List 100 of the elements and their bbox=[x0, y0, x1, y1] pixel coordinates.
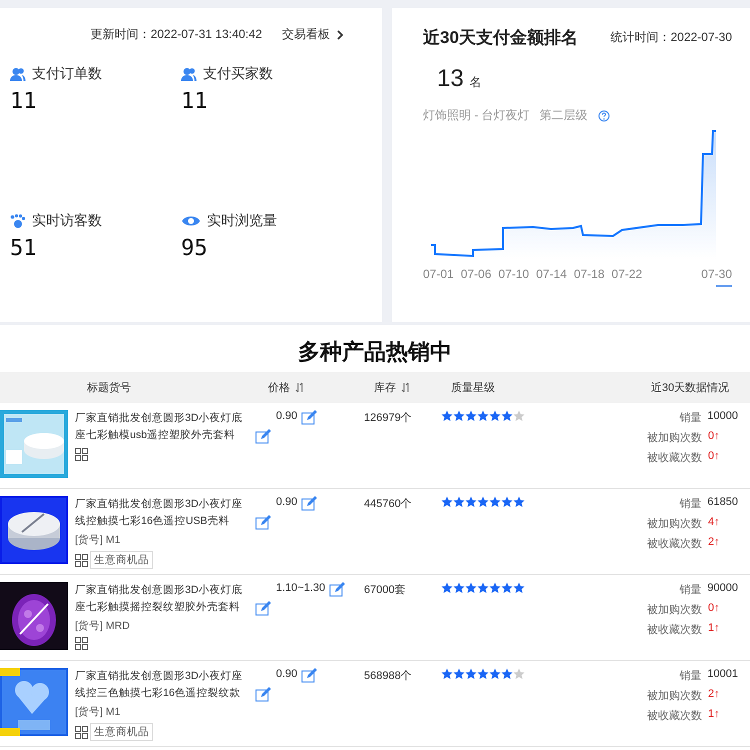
sku-text: [货号] M1 bbox=[75, 705, 122, 719]
favorite-count-label: 被收藏次数 bbox=[647, 536, 702, 551]
price-text: 1.10~1.30 bbox=[276, 582, 326, 594]
column-header: 近30天数据情况 bbox=[651, 381, 730, 395]
help-icon[interactable] bbox=[598, 110, 610, 122]
qr-code-icon bbox=[75, 726, 88, 738]
cart-count-label: 被加购次数 bbox=[647, 517, 702, 531]
star-icon bbox=[465, 496, 477, 508]
star-icon bbox=[465, 582, 477, 594]
axis-label: 07-10 bbox=[498, 267, 530, 281]
metric-label: 支付买家数 bbox=[203, 65, 273, 83]
chevron-right-icon bbox=[336, 30, 344, 40]
star-icon bbox=[477, 496, 489, 508]
cart-count-label: 被加购次数 bbox=[647, 689, 702, 703]
star-icon bbox=[441, 582, 453, 594]
star-icon bbox=[441, 668, 453, 680]
banner-title: 多种产品热销中 bbox=[297, 338, 453, 366]
sort-icon[interactable] bbox=[401, 382, 410, 393]
column-header: 质量星级 bbox=[451, 381, 495, 395]
star-icon bbox=[501, 582, 513, 594]
star-icon bbox=[513, 582, 525, 594]
sales-label: 销量 bbox=[679, 411, 702, 425]
sales-value: 90000 bbox=[707, 582, 738, 596]
sales-label: 销量 bbox=[679, 497, 702, 511]
sales-value: 10001 bbox=[707, 668, 738, 682]
price-text: 0.90 bbox=[276, 668, 298, 680]
star-icon bbox=[441, 496, 453, 508]
star-icon bbox=[489, 410, 501, 422]
update-time: 更新时间：2022-07-31 13:40:42 bbox=[90, 26, 262, 43]
axis-label: 07-14 bbox=[536, 267, 567, 281]
favorite-count-label: 被收藏次数 bbox=[647, 622, 702, 637]
star-icon bbox=[465, 410, 477, 422]
star-icon bbox=[477, 582, 489, 594]
favorite-count-label: 被收藏次数 bbox=[647, 708, 702, 723]
rank-number: 13 bbox=[437, 65, 464, 93]
sales-label: 销量 bbox=[679, 583, 702, 597]
category-path: 灯饰照明 - 台灯夜灯 bbox=[423, 107, 530, 124]
sku-text: [货号] MRD bbox=[75, 619, 131, 633]
legend-line bbox=[716, 285, 732, 287]
cart-count: 0↑ bbox=[708, 602, 721, 616]
star-icon bbox=[513, 496, 525, 508]
cart-count: 0↑ bbox=[708, 430, 721, 444]
edit-icon bbox=[301, 410, 318, 425]
stock-text: 126979个 bbox=[364, 411, 413, 426]
column-header: 标题货号 bbox=[87, 381, 131, 395]
product-tag: 生意商机品 bbox=[90, 551, 153, 569]
stock-text: 67000套 bbox=[364, 583, 407, 598]
favorite-count-label: 被收藏次数 bbox=[647, 450, 702, 465]
edit-icon bbox=[301, 496, 318, 511]
star-icon bbox=[501, 668, 513, 680]
price-text: 0.90 bbox=[276, 496, 298, 508]
sort-icon[interactable] bbox=[295, 382, 304, 393]
column-header: 库存 bbox=[374, 380, 396, 395]
dashboard-link[interactable]: 交易看板 bbox=[282, 26, 344, 43]
edit-icon bbox=[255, 687, 271, 702]
rank-unit: 名 bbox=[470, 74, 482, 91]
metric-value: 95 bbox=[181, 236, 208, 261]
cart-count: 4↑ bbox=[708, 516, 721, 530]
users-icon bbox=[181, 67, 197, 81]
axis-label: 07-01 bbox=[423, 267, 454, 281]
column-header: 价格 bbox=[268, 381, 290, 395]
star-icon bbox=[465, 668, 477, 680]
star-icon bbox=[453, 410, 465, 422]
price-text: 0.90 bbox=[276, 410, 298, 422]
edit-icon bbox=[255, 515, 271, 530]
star-icon bbox=[501, 496, 513, 508]
favorite-count: 2↑ bbox=[708, 536, 721, 550]
metric-label: 支付订单数 bbox=[32, 65, 102, 83]
cart-count: 2↑ bbox=[708, 688, 721, 702]
metric-label: 实时浏览量 bbox=[207, 212, 277, 230]
qr-code-icon bbox=[75, 554, 88, 566]
axis-label: 07-30 bbox=[701, 267, 732, 281]
product-title: 厂家直销批发创意圆形3D小夜灯底座七彩触模usb遥控塑胶外壳套料 bbox=[75, 411, 244, 443]
product-title: 厂家直销批发创意圆形3D小夜灯座线控三色触摸七彩16色遥控裂纹款 bbox=[75, 669, 244, 701]
star-icon bbox=[489, 496, 501, 508]
product-tag: 生意商机品 bbox=[90, 723, 153, 741]
star-icon bbox=[477, 668, 489, 680]
star-icon bbox=[477, 410, 489, 422]
sales-label: 销量 bbox=[679, 669, 702, 683]
metric-value: 51 bbox=[10, 236, 38, 261]
edit-icon bbox=[255, 429, 271, 444]
stock-text: 445760个 bbox=[364, 497, 413, 512]
star-icon bbox=[453, 496, 465, 508]
axis-label: 07-18 bbox=[574, 267, 605, 281]
star-icon bbox=[501, 410, 513, 422]
edit-icon bbox=[301, 668, 318, 683]
star-icon bbox=[453, 668, 465, 680]
edit-icon bbox=[329, 582, 346, 597]
cart-count-label: 被加购次数 bbox=[647, 431, 702, 445]
cart-count-label: 被加购次数 bbox=[647, 603, 702, 617]
sku-text: [货号] M1 bbox=[75, 533, 122, 547]
star-icon bbox=[441, 410, 453, 422]
eye-icon bbox=[181, 214, 201, 228]
favorite-count: 1↑ bbox=[708, 622, 721, 636]
metric-label: 实时访客数 bbox=[32, 212, 102, 230]
product-title: 厂家直销批发创意圆形3D小夜灯底座七彩触摸摇控裂纹塑胶外壳套料 bbox=[75, 583, 244, 615]
users-icon bbox=[10, 67, 26, 81]
favorite-count: 0↑ bbox=[708, 450, 721, 464]
metric-value: 11 bbox=[181, 89, 208, 114]
category-level: 第二层级 bbox=[540, 107, 588, 124]
